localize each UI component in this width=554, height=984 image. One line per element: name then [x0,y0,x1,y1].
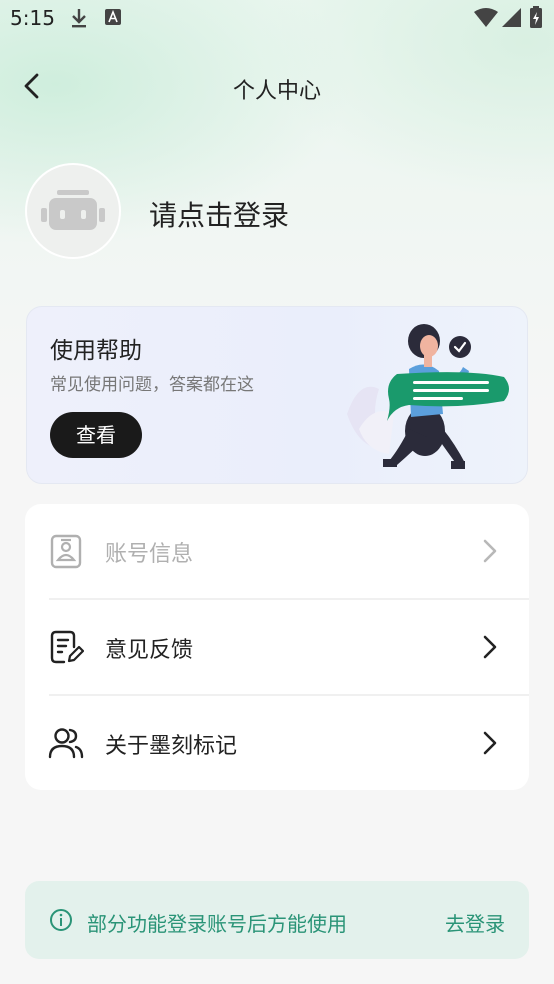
menu-item-label: 意见反馈 [105,638,194,663]
id-card-icon [50,534,82,569]
feedback-edit-icon [50,630,84,664]
status-time: 5:15 [10,6,55,30]
chevron-right-icon [483,731,497,755]
menu-item-account-info[interactable]: 账号信息 [25,504,529,599]
menu-item-label: 账号信息 [105,542,194,567]
menu-item-feedback[interactable]: 意见反馈 [25,600,529,695]
top-nav-bar: 个人中心 [0,60,554,112]
avatar[interactable] [25,163,121,259]
view-help-button[interactable]: 查看 [50,412,142,458]
page-title: 个人中心 [232,79,321,104]
wifi-icon [474,8,498,27]
login-prompt[interactable]: 请点击登录 [149,194,289,234]
login-notice-banner: 部分功能登录账号后方能使用 去登录 [25,881,529,959]
users-icon [48,728,84,759]
chevron-right-icon [483,635,497,659]
menu-item-about[interactable]: 关于墨刻标记 [25,696,529,791]
login-notice-text: 部分功能登录账号后方能使用 [87,912,347,936]
signal-icon [502,8,521,27]
menu-item-label: 关于墨刻标记 [105,734,238,759]
robot-avatar-icon [41,190,105,230]
a-icon [105,9,121,25]
battery-icon [530,6,542,28]
help-illustration [347,324,509,469]
info-icon [50,909,72,931]
settings-menu: 账号信息 意见反馈 关于墨刻标记 [25,504,529,790]
chevron-right-icon [483,539,497,563]
status-bar: 5:15 [0,0,554,38]
download-icon [72,9,86,28]
help-card-subtitle: 常见使用问题，答案都在这 [50,375,254,395]
profile-login-row[interactable]: 请点击登录 [25,163,545,263]
help-card-title: 使用帮助 [50,338,142,364]
go-login-link[interactable]: 去登录 [445,908,505,937]
help-card: 使用帮助 常见使用问题，答案都在这 查看 [26,306,528,484]
